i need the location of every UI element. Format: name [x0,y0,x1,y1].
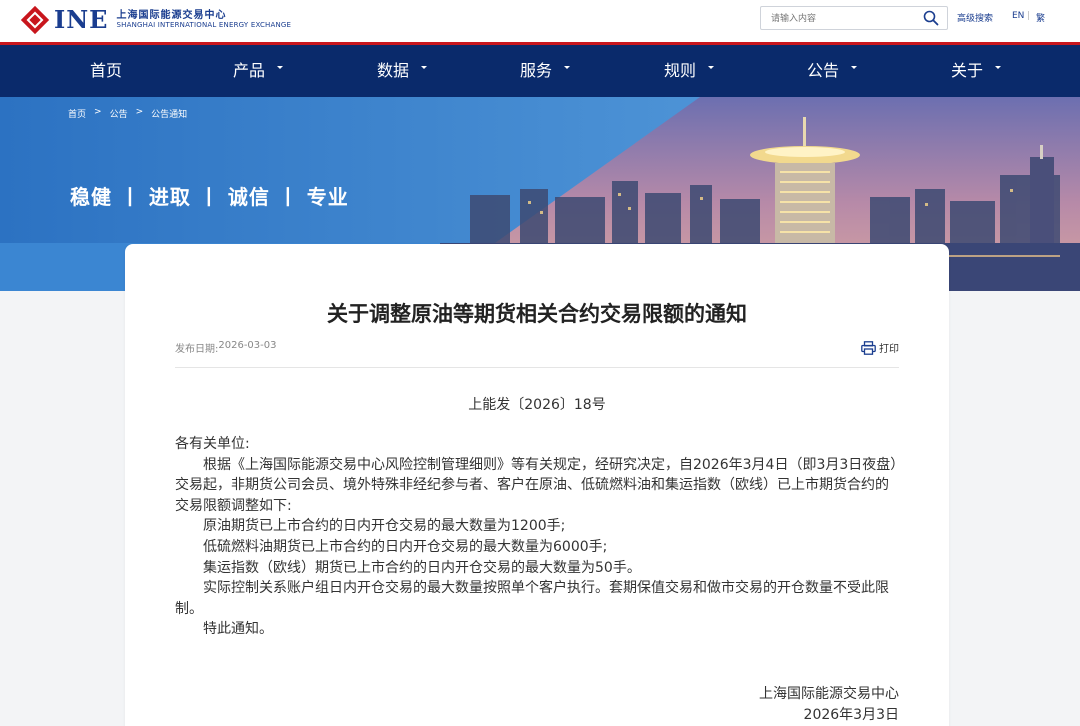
nav-item-data[interactable]: 数据 [377,45,428,97]
body-paragraph: 原油期货已上市合约的日内开仓交易的最大数量为1200手; [203,518,566,535]
logo-subtitle: 上海国际能源交易中心 SHANGHAI INTERNATIONAL ENERGY… [116,10,291,30]
logo-cn-name: 上海国际能源交易中心 [116,9,227,21]
ine-diamond-logo-icon [20,5,50,34]
breadcrumb: 首页 > 公告 > 公告通知 [68,107,187,120]
nav-label: 关于 [951,61,984,80]
caret-down-icon [851,65,858,69]
signature-block: 上海国际能源交易中心 2026年3月3日 [759,684,899,726]
nav-label: 规则 [664,61,697,80]
caret-down-icon [564,65,571,69]
lang-separator: | [1027,11,1031,21]
body-paragraph: 集运指数（欧线）期货已上市合约的日内开仓交易的最大数量为50手。 [203,559,641,576]
article-title: 关于调整原油等期货相关合约交易限额的通知 [327,302,747,326]
breadcrumb-separator: > [94,107,102,117]
print-button[interactable]: 打印 [861,340,899,355]
caret-down-icon [277,65,284,69]
site-logo[interactable]: INE 上海国际能源交易中心 SHANGHAI INTERNATIONAL EN… [20,5,291,34]
nav-item-products[interactable]: 产品 [233,45,284,97]
lang-traditional-link[interactable]: 繁 [1036,11,1045,24]
nav-label: 公告 [807,61,840,80]
breadcrumb-notices[interactable]: 公告通知 [151,107,187,120]
publish-date-label: 发布日期: [175,344,219,355]
nav-item-home[interactable]: 首页 [90,45,122,97]
title-divider [175,367,899,368]
print-label: 打印 [879,344,899,355]
nav-item-about[interactable]: 关于 [951,45,1002,97]
banner-slogan: 稳健 丨 进取 丨 诚信 丨 专业 [70,185,349,209]
signature-date: 2026年3月3日 [803,707,899,723]
nav-item-rules[interactable]: 规则 [664,45,715,97]
search-input[interactable] [761,7,919,29]
document-number: 上能发〔2026〕18号 [468,397,606,413]
body-paragraph: 特此通知。 [203,621,273,638]
nav-label: 数据 [377,61,410,80]
body-paragraph: 根据《上海国际能源交易中心风险控制管理细则》等有关规定，经研究决定，自2026年… [175,456,898,514]
nav-label: 首页 [90,61,123,80]
top-header: INE 上海国际能源交易中心 SHANGHAI INTERNATIONAL EN… [0,0,1080,42]
lang-en-link[interactable]: EN [1012,11,1024,21]
breadcrumb-announcements[interactable]: 公告 [110,107,128,120]
printer-icon [861,340,876,355]
nav-item-services[interactable]: 服务 [520,45,571,97]
search-icon[interactable] [923,10,939,26]
signature-org: 上海国际能源交易中心 [759,686,899,702]
nav-label: 服务 [520,61,553,80]
nav-item-announcements[interactable]: 公告 [807,45,858,97]
main-nav: 首页 产品 数据 服务 规则 公告 关于 [0,45,1080,97]
logo-text: INE [54,5,109,34]
logo-en-name: SHANGHAI INTERNATIONAL ENERGY EXCHANGE [116,21,292,30]
body-paragraph: 低硫燃料油期货已上市合约的日内开仓交易的最大数量为6000手; [203,538,608,555]
article-card: 关于调整原油等期货相关合约交易限额的通知 发布日期: 2026-03-03 打印… [125,244,949,726]
breadcrumb-separator: > [135,107,144,117]
body-paragraph: 实际控制关系账户组日内开仓交易的最大数量按照单个客户执行。套期保值交易和做市交易… [175,580,889,617]
caret-down-icon [421,65,428,69]
search-box [760,6,948,30]
publish-date-value: 2026-03-03 [218,340,277,351]
article-body: 各有关单位: 根据《上海国际能源交易中心风险控制管理细则》等有关规定，经研究决定… [175,434,901,640]
advanced-search-link[interactable]: 高级搜索 [957,11,993,24]
salutation: 各有关单位: [175,436,250,452]
nav-label: 产品 [233,61,266,80]
caret-down-icon [995,65,1002,69]
breadcrumb-home[interactable]: 首页 [68,107,86,120]
publish-date: 发布日期: 2026-03-03 [175,340,277,355]
caret-down-icon [708,65,715,69]
